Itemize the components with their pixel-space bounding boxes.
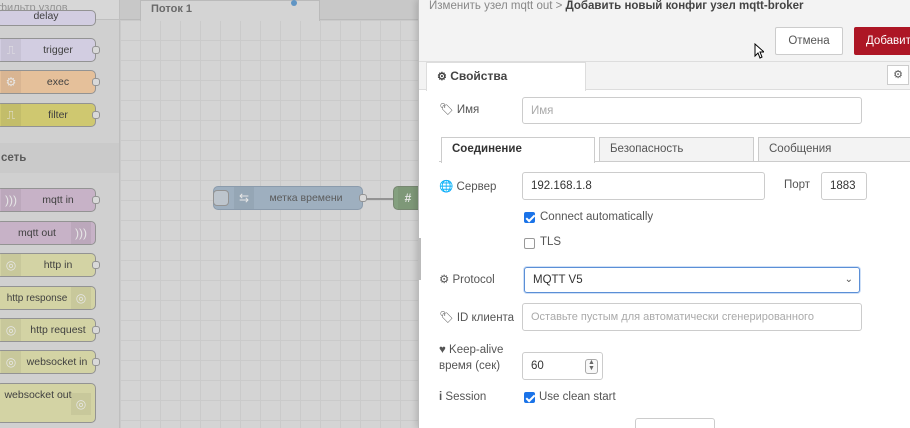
tray-header: Изменить узел mqtt out > Добавить новый … — [419, 0, 910, 62]
keepalive-label-line1: Keep-alive — [449, 344, 504, 356]
cancel-button[interactable]: Отмена — [775, 27, 843, 55]
server-label-text: Сервер — [456, 181, 497, 193]
server-label: 🌐 Сервер — [439, 179, 496, 193]
gear-icon: ⚙ — [893, 69, 903, 81]
spinner-icon[interactable]: ▲ ▼ — [585, 359, 598, 374]
breadcrumb: Изменить узел mqtt out > Добавить новый … — [429, 0, 804, 12]
edit-tray: Изменить узел mqtt out > Добавить новый … — [418, 0, 910, 428]
tab-properties-label: Свойства — [450, 69, 508, 83]
tls-label[interactable]: TLS — [540, 236, 561, 248]
tab-properties[interactable]: ⚙ Свойства — [426, 62, 586, 91]
protocol-select-value: MQTT V5 — [533, 274, 583, 286]
protocol-select[interactable]: MQTT V5 ⌄ — [524, 267, 860, 293]
port-input[interactable]: 1883 — [821, 172, 867, 200]
globe-icon: 🌐 — [439, 181, 454, 193]
client-id-label-text: ID клиента — [456, 312, 515, 324]
tag-icon: 🏷 — [439, 104, 454, 116]
clean-start-label[interactable]: Use clean start — [539, 391, 616, 403]
breadcrumb-parent[interactable]: Изменить узел mqtt out > — [429, 0, 562, 12]
protocol-label-text: Protocol — [452, 274, 495, 286]
connect-automatically-checkbox[interactable] — [524, 212, 535, 223]
mouse-cursor-icon — [754, 43, 764, 59]
add-button[interactable]: Добавить — [854, 27, 910, 55]
tray-resize-handle[interactable] — [418, 238, 421, 280]
chevron-down-icon: ⌄ — [844, 274, 853, 285]
session-expiry-input[interactable] — [635, 418, 715, 428]
keepalive-value: 60 — [531, 360, 544, 372]
tab-messages[interactable]: Сообщения — [758, 137, 910, 162]
name-label: 🏷 Имя — [439, 102, 479, 116]
tag-icon: 🏷 — [439, 312, 454, 324]
session-label-text: Session — [445, 391, 487, 403]
server-input[interactable]: 192.168.1.8 — [522, 172, 765, 200]
clean-start-checkbox[interactable] — [524, 392, 535, 403]
tab-security[interactable]: Безопасность — [599, 137, 754, 162]
keepalive-label: ♥ Keep-alive время (сек) — [439, 342, 503, 374]
client-id-input[interactable] — [522, 303, 862, 331]
client-id-label: 🏷 ID клиента — [439, 310, 514, 324]
breadcrumb-current: Добавить новый конфиг узел mqtt-broker — [565, 0, 804, 12]
gear-icon: ⚙ — [437, 71, 447, 83]
name-input[interactable] — [522, 97, 862, 124]
port-label: Порт — [784, 179, 811, 191]
connect-automatically-label[interactable]: Connect automatically — [540, 211, 653, 223]
info-icon: i — [439, 391, 443, 403]
gear-icon: ⚙ — [439, 274, 450, 286]
keepalive-label-line2: время (сек) — [439, 360, 501, 372]
modal-overlay — [0, 0, 418, 428]
keepalive-input[interactable]: 60 ▲ ▼ — [522, 352, 603, 380]
tls-checkbox[interactable] — [524, 238, 535, 249]
settings-gear-button[interactable]: ⚙ — [887, 65, 909, 85]
protocol-label: ⚙ Protocol — [439, 272, 495, 286]
session-label: i Session — [439, 391, 486, 403]
heartbeat-icon: ♥ — [439, 344, 446, 356]
name-label-text: Имя — [456, 104, 480, 116]
tab-connection[interactable]: Соединение — [441, 137, 595, 163]
